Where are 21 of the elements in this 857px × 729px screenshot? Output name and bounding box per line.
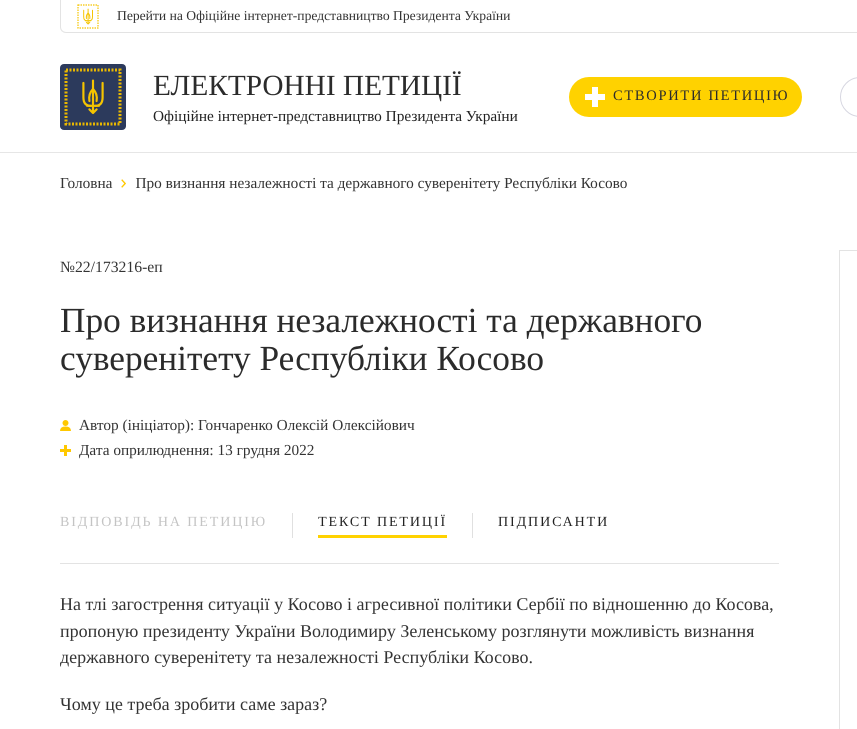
site-title: ЕЛЕКТРОННІ ПЕТИЦІЇ xyxy=(153,68,463,102)
site-subtitle: Офіційне інтернет-представництво Президента України xyxy=(153,108,519,126)
petition-number: №22/173216-еп xyxy=(60,258,164,277)
trident-emblem-icon xyxy=(77,4,99,28)
author-text: Автор (ініціатор): Гончаренко Олексій Олексійович xyxy=(79,416,415,435)
chevron-icon xyxy=(121,179,126,188)
create-petition-button[interactable]: СТВОРИТИ ПЕТИЦІЮ xyxy=(569,77,802,117)
breadcrumb-link[interactable]: Головна xyxy=(60,174,112,193)
user-icon xyxy=(60,420,71,431)
plus-icon xyxy=(60,445,71,456)
petition-title: Про визнання незалежності та державного суверенітету Республіки Косово xyxy=(60,302,704,378)
trident-emblem-logo[interactable] xyxy=(60,64,126,130)
tab[interactable]: ПІДПИСАНТИ xyxy=(498,512,610,538)
body-paragraph: На тлі загострення ситуації у Косово і агресивної політики Сербії по відношенню до Косова, пропоную президенту України Володимиру Зеленському розглянути можливість визнання державного суверенітету та незалежності Республіки Косово. xyxy=(60,593,775,669)
president-site-link[interactable]: Перейти на Офіційне інтернет-представництво Президента України xyxy=(117,7,510,25)
tab[interactable]: ТЕКСТ ПЕТИЦІЇ xyxy=(318,512,448,538)
breadcrumb-current: Про визнання незалежності та державного суверенітету Республіки Косово xyxy=(135,174,628,193)
tab: ВІДПОВІДЬ НА ПЕТИЦІЮ xyxy=(60,512,268,538)
date-text: Дата оприлюднення: 13 грудня 2022 xyxy=(79,441,314,460)
plus-icon xyxy=(585,87,605,107)
body-paragraph: Чому це треба зробити саме зараз? xyxy=(60,692,328,716)
